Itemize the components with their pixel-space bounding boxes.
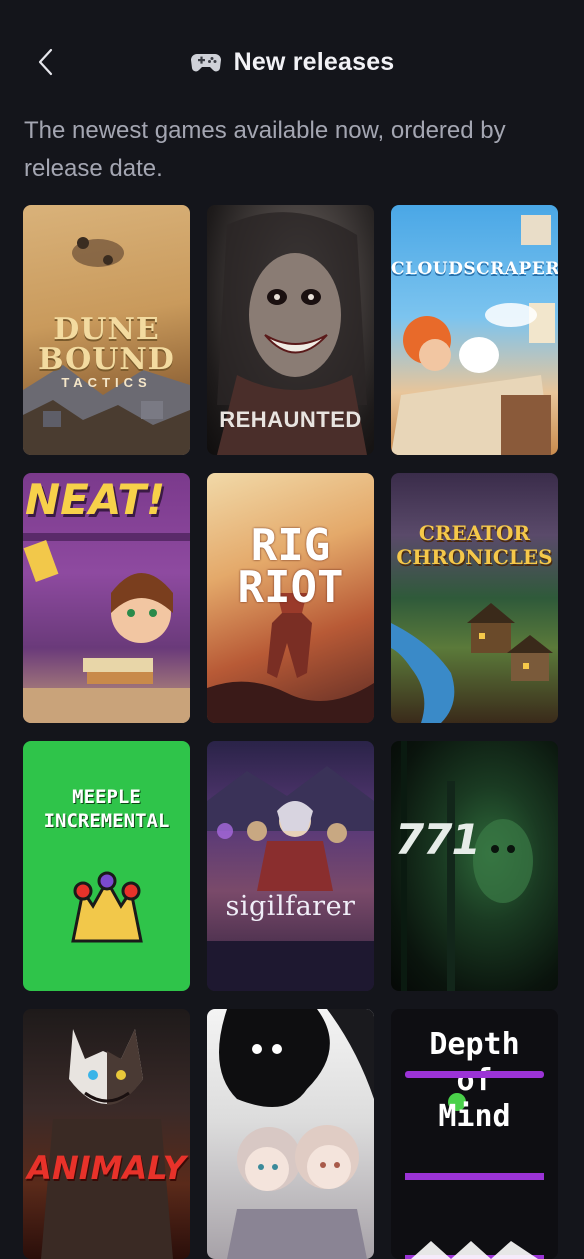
game-grid: DUNE BOUND TACTICS REHAUNTED CLOUDSCRAPE… — [23, 205, 559, 1259]
game-title: REHAUNTED — [219, 407, 362, 432]
cover-art — [219, 1009, 374, 1259]
game-title: ANIMALY — [27, 1149, 186, 1187]
cover-art — [71, 871, 143, 943]
game-card-meeple-incremental[interactable]: MEEPLE INCREMENTAL — [23, 741, 190, 991]
game-title: DUNE BOUND — [38, 312, 175, 377]
cover-art — [401, 741, 533, 991]
game-title: NEAT! — [25, 475, 166, 524]
cover-art — [207, 766, 374, 991]
game-title: MEEPLE INCREMENTAL — [43, 786, 170, 832]
app-header: New releases — [0, 0, 584, 120]
game-card-depth-of-mind[interactable]: Depth of Mind — [391, 1009, 558, 1259]
game-card-rig-riot[interactable]: RIG RIOT — [207, 473, 374, 723]
game-card-rehaunted[interactable]: REHAUNTED — [207, 205, 374, 455]
game-card-cloudscrapers[interactable]: CLOUDSCRAPERS — [391, 205, 558, 455]
game-title: CLOUDSCRAPERS — [391, 259, 558, 279]
game-card-animaly[interactable]: ANIMALY — [23, 1009, 190, 1259]
game-card-neat[interactable]: NEAT! — [23, 473, 190, 723]
game-card-771[interactable]: 771 — [391, 741, 558, 991]
title-group: New releases — [0, 42, 584, 82]
cover-art — [41, 1029, 173, 1259]
game-title: sigilfarer — [225, 891, 356, 922]
game-title: 771 — [395, 815, 481, 864]
game-title: Depth of Mind — [429, 1027, 520, 1134]
game-title: RIG RIOT — [237, 520, 344, 613]
game-tagline: TACTICS — [61, 375, 152, 390]
game-card-sigilfarer[interactable]: sigilfarer — [207, 741, 374, 991]
title-underline-bar — [405, 1071, 544, 1078]
game-card-dune-bound[interactable]: DUNE BOUND TACTICS — [23, 205, 190, 455]
game-card-untitled-anime[interactable] — [207, 1009, 374, 1259]
page-title: New releases — [233, 47, 395, 76]
game-title: CREATOR CHRONICLES — [396, 521, 553, 569]
cover-art — [391, 215, 555, 455]
page-subtitle: The newest games available now, ordered … — [24, 117, 506, 182]
gamepad-icon — [190, 54, 221, 72]
game-card-creator-chronicles[interactable]: CREATOR CHRONICLES — [391, 473, 558, 723]
cover-art — [391, 603, 553, 723]
